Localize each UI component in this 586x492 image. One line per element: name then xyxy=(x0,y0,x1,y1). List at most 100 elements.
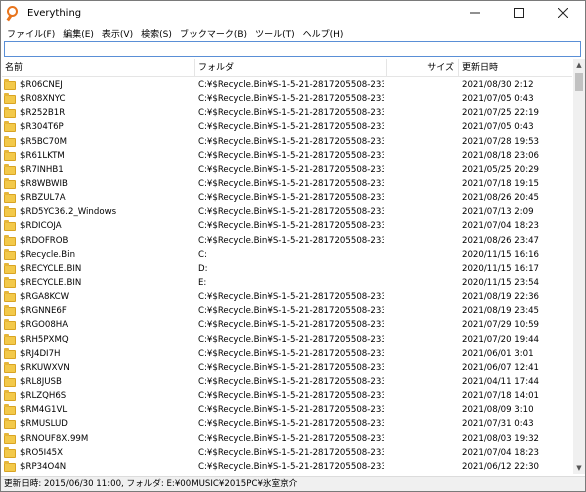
folder-icon xyxy=(4,149,16,161)
folder-icon xyxy=(4,361,16,373)
result-row[interactable]: $RECYCLE.BIN E: 2020/11/15 23:54 xyxy=(2,276,572,290)
result-folder: C:¥$Recycle.Bin¥S-1-5-21-2817205508-2330… xyxy=(198,376,384,387)
result-row[interactable]: $RMUSLUD C:¥$Recycle.Bin¥S-1-5-21-2817205… xyxy=(2,417,572,431)
result-row[interactable]: $RD5YC36.2_Windows C:¥$Recycle.Bin¥S-1-5-… xyxy=(2,205,572,219)
result-name: $RH5PXMQ xyxy=(20,334,69,345)
result-folder: C:¥$Recycle.Bin¥S-1-5-21-2817205508-2330… xyxy=(198,164,384,175)
folder-icon xyxy=(4,234,16,246)
folder-icon xyxy=(4,220,16,232)
menu-tools[interactable]: ツール(T) xyxy=(253,27,301,40)
result-row[interactable]: $RGNNE6F C:¥$Recycle.Bin¥S-1-5-21-2817205… xyxy=(2,304,572,318)
result-name: $RP34O4N xyxy=(20,461,67,472)
scroll-thumb[interactable] xyxy=(575,73,583,91)
result-row[interactable]: $RNOUF8X.99M C:¥$Recycle.Bin¥S-1-5-21-281… xyxy=(2,432,572,446)
result-row[interactable]: $RDOFROB C:¥$Recycle.Bin¥S-1-5-21-2817205… xyxy=(2,234,572,248)
result-date: 2021/08/18 23:06 xyxy=(462,150,540,161)
result-row[interactable]: $R304T6P C:¥$Recycle.Bin¥S-1-5-21-2817205… xyxy=(2,120,572,134)
result-row[interactable]: $RM4G1VL C:¥$Recycle.Bin¥S-1-5-21-2817205… xyxy=(2,403,572,417)
menu-search[interactable]: 検索(S) xyxy=(139,27,178,40)
result-folder: C:¥$Recycle.Bin¥S-1-5-21-2817205508-2330… xyxy=(198,334,384,345)
folder-icon xyxy=(4,135,16,147)
result-row[interactable]: $RLZQH6S C:¥$Recycle.Bin¥S-1-5-21-2817205… xyxy=(2,389,572,403)
result-folder: C:¥$Recycle.Bin¥S-1-5-21-2817205508-2330… xyxy=(198,405,384,416)
result-row[interactable]: $RO5I45X C:¥$Recycle.Bin¥S-1-5-21-2817205… xyxy=(2,446,572,460)
vertical-scrollbar[interactable]: ▲ ▼ xyxy=(573,59,585,474)
result-folder: C:¥$Recycle.Bin¥S-1-5-21-2817205508-2330… xyxy=(198,136,384,147)
folder-icon xyxy=(4,79,16,90)
folder-icon xyxy=(4,432,16,444)
result-name-cell: $RGO08HA xyxy=(4,318,194,332)
result-row[interactable]: $R08XNYC C:¥$Recycle.Bin¥S-1-5-21-2817205… xyxy=(2,92,572,106)
result-date: 2021/07/18 19:15 xyxy=(462,178,540,189)
result-row[interactable]: $RKUWXVN C:¥$Recycle.Bin¥S-1-5-21-2817205… xyxy=(2,361,572,375)
folder-icon xyxy=(4,248,16,260)
minimize-button[interactable] xyxy=(453,1,497,25)
result-row[interactable]: $RJ4DI7H C:¥$Recycle.Bin¥S-1-5-21-2817205… xyxy=(2,347,572,361)
result-name: $R7INHB1 xyxy=(20,164,64,175)
folder-icon xyxy=(4,177,16,189)
column-header-folder[interactable]: フォルダ xyxy=(195,59,387,77)
result-folder: C:¥$Recycle.Bin¥S-1-5-21-2817205508-2330… xyxy=(198,207,384,218)
result-row[interactable]: $Recycle.Bin C: 2020/11/15 16:16 xyxy=(2,248,572,262)
result-row[interactable]: $RP34O4N C:¥$Recycle.Bin¥S-1-5-21-2817205… xyxy=(2,460,572,474)
menu-file[interactable]: ファイル(F) xyxy=(5,27,61,40)
result-row[interactable]: $RL8JUSB C:¥$Recycle.Bin¥S-1-5-21-2817205… xyxy=(2,375,572,389)
result-folder: C:¥$Recycle.Bin¥S-1-5-21-2817205508-2330… xyxy=(198,391,384,402)
result-row[interactable]: $RGO08HA C:¥$Recycle.Bin¥S-1-5-21-2817205… xyxy=(2,318,572,332)
column-header-date[interactable]: 更新日時 xyxy=(459,59,572,77)
result-date: 2021/06/12 22:30 xyxy=(462,461,540,472)
result-folder: C:¥$Recycle.Bin¥S-1-5-21-2817205508-2330… xyxy=(198,419,384,430)
result-name-cell: $RECYCLE.BIN xyxy=(4,262,194,276)
folder-icon xyxy=(4,121,16,133)
result-name: $R8WBWIB xyxy=(20,178,68,189)
result-row[interactable]: $R61LKTM C:¥$Recycle.Bin¥S-1-5-21-2817205… xyxy=(2,149,572,163)
result-name: $RGNNE6F xyxy=(20,306,67,317)
column-header-size[interactable]: サイズ xyxy=(387,59,459,77)
result-name-cell: $R08XNYC xyxy=(4,92,194,106)
result-row[interactable]: $R252B1R C:¥$Recycle.Bin¥S-1-5-21-2817205… xyxy=(2,106,572,120)
result-folder: C:¥$Recycle.Bin¥S-1-5-21-2817205508-2330… xyxy=(198,221,384,232)
scroll-up-button[interactable]: ▲ xyxy=(573,59,585,71)
menu-edit[interactable]: 編集(E) xyxy=(61,27,100,40)
result-name: $RGO08HA xyxy=(20,320,69,331)
result-folder: C:¥$Recycle.Bin¥S-1-5-21-2817205508-2330… xyxy=(198,292,384,303)
menu-view[interactable]: 表示(V) xyxy=(100,27,139,40)
folder-icon xyxy=(4,206,16,218)
result-date: 2021/08/19 22:36 xyxy=(462,292,540,303)
folder-icon xyxy=(4,404,16,416)
result-folder: C:¥$Recycle.Bin¥S-1-5-21-2817205508-2330… xyxy=(198,108,384,119)
result-row[interactable]: $RBZUL7A C:¥$Recycle.Bin¥S-1-5-21-2817205… xyxy=(2,191,572,205)
close-button[interactable] xyxy=(541,1,585,25)
result-row[interactable]: $R06CNEJ C:¥$Recycle.Bin¥S-1-5-21-2817205… xyxy=(2,78,572,92)
folder-icon xyxy=(4,418,16,430)
result-row[interactable]: $RGA8KCW C:¥$Recycle.Bin¥S-1-5-21-2817205… xyxy=(2,290,572,304)
result-name: $RD5YC36.2_Windows xyxy=(20,207,117,218)
column-header-name[interactable]: 名前 xyxy=(2,59,195,77)
result-date: 2021/06/07 12:41 xyxy=(462,362,540,373)
result-name-cell: $RGA8KCW xyxy=(4,290,194,304)
result-row[interactable]: $RDICOJA C:¥$Recycle.Bin¥S-1-5-21-2817205… xyxy=(2,219,572,233)
folder-icon xyxy=(4,163,16,175)
result-date: 2021/07/04 18:23 xyxy=(462,221,540,232)
result-row[interactable]: $RECYCLE.BIN D: 2020/11/15 16:17 xyxy=(2,262,572,276)
result-name-cell: $RD5YC36.2_Windows xyxy=(4,205,194,219)
result-row[interactable]: $R5BC70M C:¥$Recycle.Bin¥S-1-5-21-2817205… xyxy=(2,135,572,149)
result-row[interactable]: $RH5PXMQ C:¥$Recycle.Bin¥S-1-5-21-2817205… xyxy=(2,333,572,347)
result-name: $RKUWXVN xyxy=(20,362,70,373)
result-name-cell: $R7INHB1 xyxy=(4,163,194,177)
result-name: $RM4G1VL xyxy=(20,405,68,416)
result-name-cell: $R8WBWIB xyxy=(4,177,194,191)
search-input[interactable] xyxy=(5,42,580,56)
result-name: $RJ4DI7H xyxy=(20,348,61,359)
result-row[interactable]: $R8WBWIB C:¥$Recycle.Bin¥S-1-5-21-2817205… xyxy=(2,177,572,191)
menu-bookmarks[interactable]: ブックマーク(B) xyxy=(178,27,253,40)
title-bar[interactable]: Everything xyxy=(1,1,585,25)
menu-help[interactable]: ヘルプ(H) xyxy=(301,27,350,40)
maximize-button[interactable] xyxy=(497,1,541,25)
result-row[interactable]: $R7INHB1 C:¥$Recycle.Bin¥S-1-5-21-2817205… xyxy=(2,163,572,177)
scroll-down-button[interactable]: ▼ xyxy=(573,462,585,474)
result-folder: C:¥$Recycle.Bin¥S-1-5-21-2817205508-2330… xyxy=(198,461,384,472)
result-name-cell: $RBZUL7A xyxy=(4,191,194,205)
result-name-cell: $RNOUF8X.99M xyxy=(4,432,194,446)
folder-icon xyxy=(4,262,16,274)
